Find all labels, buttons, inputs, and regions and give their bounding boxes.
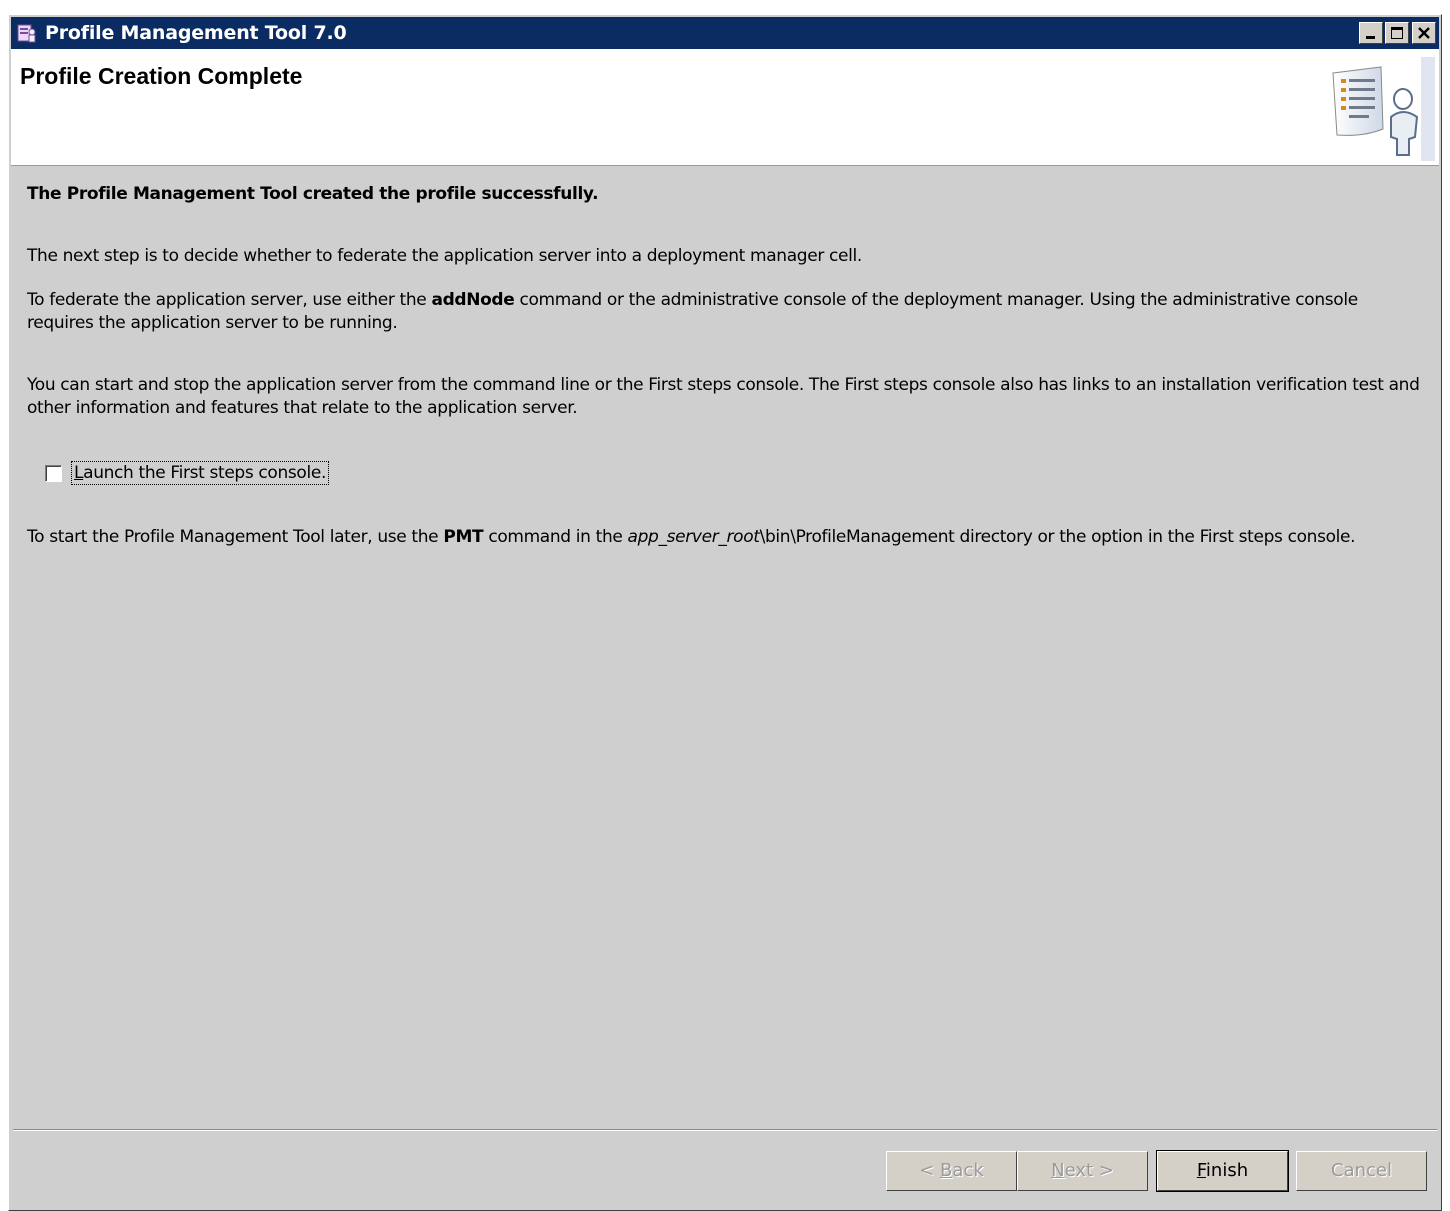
minimize-button[interactable] — [1359, 22, 1383, 44]
back-prefix: < — [919, 1160, 941, 1181]
federate-info-text: The next step is to decide whether to fe… — [27, 246, 862, 266]
back-button[interactable]: < Back — [886, 1151, 1017, 1191]
cancel-button[interactable]: Cancel — [1296, 1151, 1427, 1191]
addnode-command: addNode — [431, 290, 515, 310]
minimize-icon — [1366, 36, 1375, 39]
pmt-text-post: \bin\ProfileManagement directory or the … — [759, 527, 1356, 547]
next-button[interactable]: Next > — [1017, 1151, 1148, 1191]
page-title: Profile Creation Complete — [20, 63, 303, 89]
launch-first-steps-checkbox[interactable] — [45, 464, 62, 482]
button-bar-separator — [13, 1129, 1437, 1131]
next-rest: ext > — [1064, 1160, 1114, 1181]
title-bar[interactable]: Profile Management Tool 7.0 — [11, 17, 1439, 49]
window-title: Profile Management Tool 7.0 — [45, 22, 347, 44]
pmt-restart-info-text: To start the Profile Management Tool lat… — [27, 526, 1421, 549]
finish-mnemonic: F — [1196, 1160, 1206, 1181]
launch-first-steps-option[interactable]: Launch the First steps console. — [45, 459, 329, 487]
label-rest: aunch the First steps console. — [83, 463, 326, 483]
launch-first-steps-label[interactable]: Launch the First steps console. — [71, 461, 329, 485]
close-button[interactable] — [1412, 22, 1436, 44]
label-mnemonic: L — [74, 463, 84, 483]
close-icon — [1418, 27, 1430, 39]
back-mnemonic: B — [940, 1160, 953, 1181]
back-rest: ack — [952, 1160, 984, 1181]
finish-rest: inish — [1205, 1160, 1249, 1181]
next-mnemonic: N — [1051, 1160, 1065, 1181]
maximize-icon — [1391, 27, 1403, 39]
pmt-command: PMT — [443, 527, 484, 547]
profile-tool-icon — [17, 23, 37, 43]
addnode-info-text: To federate the application server, use … — [27, 289, 1421, 335]
maximize-button[interactable] — [1385, 22, 1409, 44]
pmt-text-mid: command in the — [483, 527, 628, 547]
wizard-header: Profile Creation Complete — [11, 49, 1439, 166]
first-steps-info-text: You can start and stop the application s… — [27, 375, 1420, 418]
success-headline: The Profile Management Tool created the … — [27, 184, 599, 204]
finish-button[interactable]: Finish — [1156, 1150, 1289, 1192]
profile-management-window: Profile Management Tool 7.0 Profile Crea… — [8, 14, 1442, 1211]
checklist-person-icon — [1332, 57, 1435, 161]
addnode-text-pre: To federate the application server, use … — [27, 290, 432, 310]
pmt-text-pre: To start the Profile Management Tool lat… — [27, 527, 444, 547]
app-server-root-path: app_server_root — [627, 527, 760, 547]
